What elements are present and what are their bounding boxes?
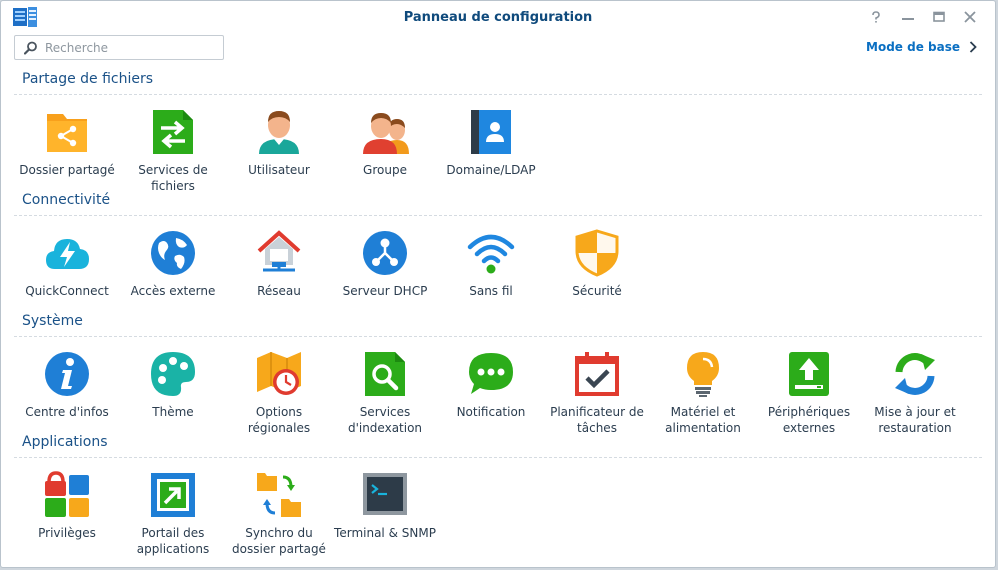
section-divider (14, 457, 982, 458)
item-label: Groupe (363, 163, 407, 177)
item-user[interactable]: Utilisateur (227, 108, 331, 178)
item-label: Planificateur de tâches (550, 405, 644, 435)
item-label: Services d'indexation (347, 405, 423, 435)
section-title-system: Système (22, 313, 83, 329)
shared-folder-sync-icon (255, 471, 303, 519)
item-hardware-power[interactable]: Matériel et alimentation (651, 350, 755, 436)
item-domain-ldap[interactable]: Domaine/LDAP (439, 108, 543, 178)
item-label: Services de fichiers (138, 163, 208, 193)
hardware-power-icon (679, 350, 727, 398)
item-label: Options régionales (247, 405, 311, 435)
item-update-restore[interactable]: Mise à jour et restauration (863, 350, 967, 436)
item-label: Accès externe (130, 284, 216, 298)
quickconnect-icon (43, 229, 91, 277)
item-label: Sans fil (469, 284, 513, 298)
item-wireless[interactable]: Sans fil (439, 229, 543, 299)
domain-ldap-icon (467, 108, 515, 156)
item-network[interactable]: Réseau (227, 229, 331, 299)
item-group[interactable]: Groupe (333, 108, 437, 178)
network-icon (255, 229, 303, 277)
item-label: Thème (152, 405, 194, 419)
item-file-services[interactable]: Services de fichiers (121, 108, 225, 194)
item-quickconnect[interactable]: QuickConnect (15, 229, 119, 299)
search-icon (24, 41, 37, 55)
basic-mode-link[interactable]: Mode de base (866, 40, 977, 54)
item-security[interactable]: Sécurité (545, 229, 649, 299)
item-regional-options[interactable]: Options régionales (227, 350, 331, 436)
file-services-icon (149, 108, 197, 156)
search-input[interactable] (45, 39, 215, 56)
item-external-devices[interactable]: Périphériques externes (757, 350, 861, 436)
item-label: QuickConnect (25, 284, 109, 298)
item-application-portal[interactable]: Portail des applications (121, 471, 225, 557)
item-shared-folder-sync[interactable]: Synchro du dossier partagé (227, 471, 331, 557)
application-portal-icon (149, 471, 197, 519)
section-divider (14, 336, 982, 337)
item-label: Centre d'infos (25, 405, 109, 419)
section-divider (14, 94, 982, 95)
item-label: Terminal & SNMP (334, 526, 436, 540)
task-scheduler-icon (573, 350, 621, 398)
maximize-icon[interactable] (929, 7, 949, 27)
control-panel-window: Panneau de configuration Mode de base Pa… (0, 0, 996, 568)
item-label: Dossier partagé (19, 163, 115, 177)
indexing-service-icon (361, 350, 409, 398)
dhcp-server-icon (361, 229, 409, 277)
regional-options-icon (255, 350, 303, 398)
section-title-applications: Applications (22, 434, 108, 450)
item-label: Périphériques externes (767, 405, 851, 435)
external-devices-icon (785, 350, 833, 398)
privileges-icon (43, 471, 91, 519)
item-notification[interactable]: Notification (439, 350, 543, 420)
minimize-icon[interactable] (898, 7, 918, 27)
theme-icon (149, 350, 197, 398)
section-title-connectivity: Connectivité (22, 192, 111, 208)
item-label: Portail des applications (136, 526, 210, 556)
item-label: Domaine/LDAP (446, 163, 536, 177)
shared-folder-icon (43, 108, 91, 156)
item-dhcp-server[interactable]: Serveur DHCP (333, 229, 437, 299)
item-info-center[interactable]: Centre d'infos (15, 350, 119, 420)
section-divider (14, 215, 982, 216)
item-task-scheduler[interactable]: Planificateur de tâches (545, 350, 649, 436)
item-label: Matériel et alimentation (665, 405, 741, 435)
search-box[interactable] (14, 35, 224, 60)
item-shared-folder[interactable]: Dossier partagé (15, 108, 119, 178)
item-label: Serveur DHCP (342, 284, 428, 298)
basic-mode-label: Mode de base (866, 40, 960, 54)
external-access-icon (149, 229, 197, 277)
item-terminal-snmp[interactable]: Terminal & SNMP (333, 471, 437, 541)
item-privileges[interactable]: Privilèges (15, 471, 119, 541)
info-center-icon (43, 350, 91, 398)
wireless-icon (467, 229, 515, 277)
notification-icon (467, 350, 515, 398)
item-label: Utilisateur (248, 163, 310, 177)
item-external-access[interactable]: Accès externe (121, 229, 225, 299)
chevron-right-icon (969, 41, 977, 53)
item-indexing-service[interactable]: Services d'indexation (333, 350, 437, 436)
close-icon[interactable] (960, 7, 980, 27)
item-label: Notification (456, 405, 526, 419)
user-icon (255, 108, 303, 156)
item-theme[interactable]: Thème (121, 350, 225, 420)
security-icon (573, 229, 621, 277)
terminal-snmp-icon (361, 471, 409, 519)
window-title: Panneau de configuration (403, 10, 593, 25)
item-label: Sécurité (572, 284, 622, 298)
help-icon[interactable] (866, 7, 886, 27)
group-icon (361, 108, 409, 156)
item-label: Privilèges (38, 526, 96, 540)
item-label: Réseau (257, 284, 301, 298)
item-label: Synchro du dossier partagé (232, 526, 326, 556)
update-restore-icon (891, 350, 939, 398)
item-label: Mise à jour et restauration (874, 405, 956, 435)
section-title-file-sharing: Partage de fichiers (22, 71, 154, 87)
title-bar: Panneau de configuration (1, 1, 995, 33)
